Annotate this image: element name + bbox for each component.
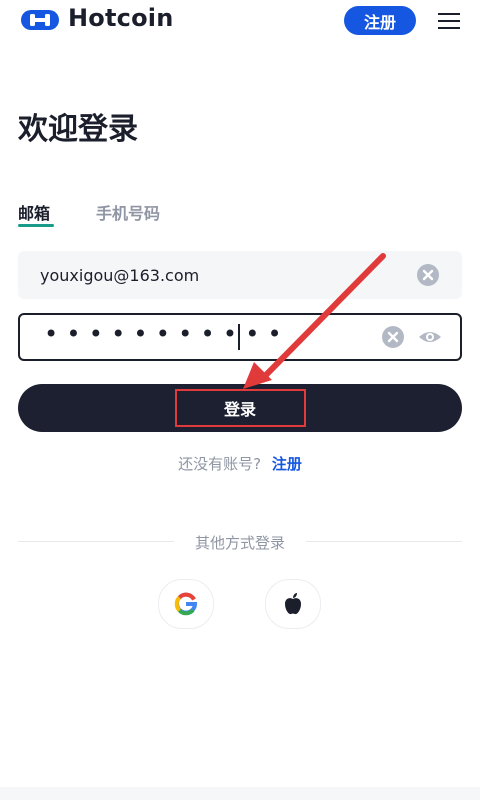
password-field[interactable]: •••••••••••: [18, 313, 462, 361]
bottom-bar: [0, 787, 480, 800]
logo-text: Hotcoin: [68, 4, 174, 32]
email-field[interactable]: youxigou@163.com: [18, 251, 462, 299]
tab-phone[interactable]: 手机号码: [96, 200, 160, 224]
no-account-text: 还没有账号?: [178, 455, 262, 473]
other-login-label: 其他方式登录: [194, 534, 285, 552]
logo-icon: [21, 10, 59, 30]
password-value: •••••••••••: [44, 320, 290, 348]
text-caret: [238, 324, 240, 350]
clear-icon[interactable]: [416, 263, 440, 287]
menu-icon[interactable]: [438, 12, 462, 30]
register-link[interactable]: 注册: [272, 455, 302, 473]
google-login-button[interactable]: [158, 579, 214, 629]
eye-icon[interactable]: [418, 327, 442, 347]
email-value: youxigou@163.com: [40, 266, 200, 285]
apple-login-button[interactable]: [265, 579, 321, 629]
clear-icon[interactable]: [381, 325, 405, 349]
tab-active-indicator: [18, 224, 54, 227]
annotation-highlight-box: [175, 389, 306, 427]
no-account-row: 还没有账号? 注册: [0, 453, 480, 474]
header: Hotcoin 注册: [0, 0, 480, 42]
google-icon: [174, 592, 198, 616]
apple-icon: [285, 593, 301, 615]
tab-email[interactable]: 邮箱: [18, 200, 50, 224]
page-title: 欢迎登录: [18, 112, 138, 147]
register-button[interactable]: 注册: [344, 6, 416, 35]
